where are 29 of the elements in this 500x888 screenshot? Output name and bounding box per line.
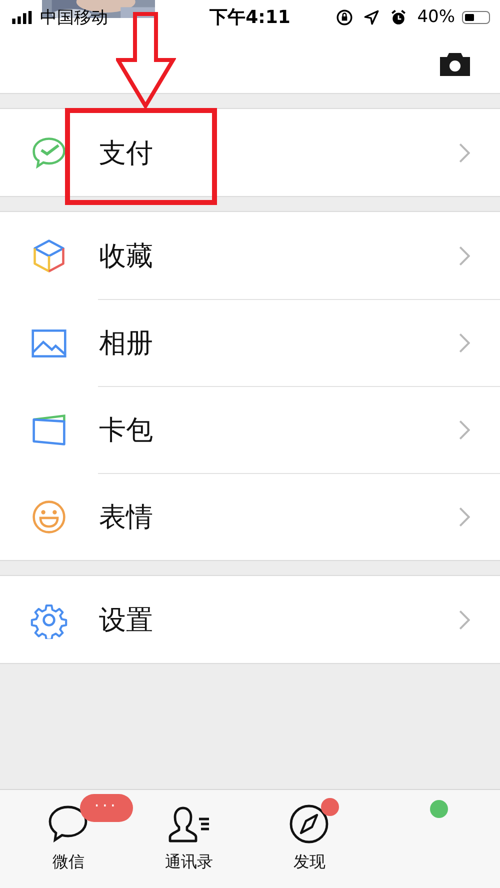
menu-label: 卡包 — [99, 414, 154, 448]
chevron-icon — [459, 246, 470, 266]
location-icon — [363, 8, 380, 26]
chevron-icon — [459, 332, 470, 352]
menu-item[interactable]: 支付 — [0, 109, 500, 196]
clock-time: 下午4:11 — [210, 6, 290, 29]
menu-label: 相册 — [99, 326, 154, 360]
chevron-icon — [459, 610, 470, 630]
alarm-icon — [390, 8, 408, 26]
tab-item[interactable]: 发现 — [249, 790, 370, 888]
unread-badge: ··· — [80, 794, 133, 822]
camera-icon[interactable] — [438, 51, 472, 77]
carrier-name: 中国移动 — [40, 6, 108, 28]
menu-label: 收藏 — [99, 240, 154, 274]
menu-item[interactable]: 相册 — [0, 299, 500, 386]
smiley-icon — [30, 498, 68, 536]
battery-icon — [462, 10, 490, 24]
menu-label: 表情 — [99, 500, 154, 534]
chevron-icon — [459, 142, 470, 162]
menu-item[interactable]: 收藏 — [0, 212, 500, 299]
menu-label: 支付 — [99, 136, 154, 170]
rotation-lock-icon — [336, 8, 354, 26]
menu-item[interactable]: 卡包 — [0, 386, 500, 473]
menu-item[interactable]: 表情 — [0, 473, 500, 560]
chevron-icon — [459, 506, 470, 526]
chevron-icon — [459, 420, 470, 440]
menu-item[interactable]: 设置 — [0, 576, 500, 663]
menu-label: 设置 — [99, 604, 154, 638]
battery-percent: 40% — [417, 7, 455, 27]
